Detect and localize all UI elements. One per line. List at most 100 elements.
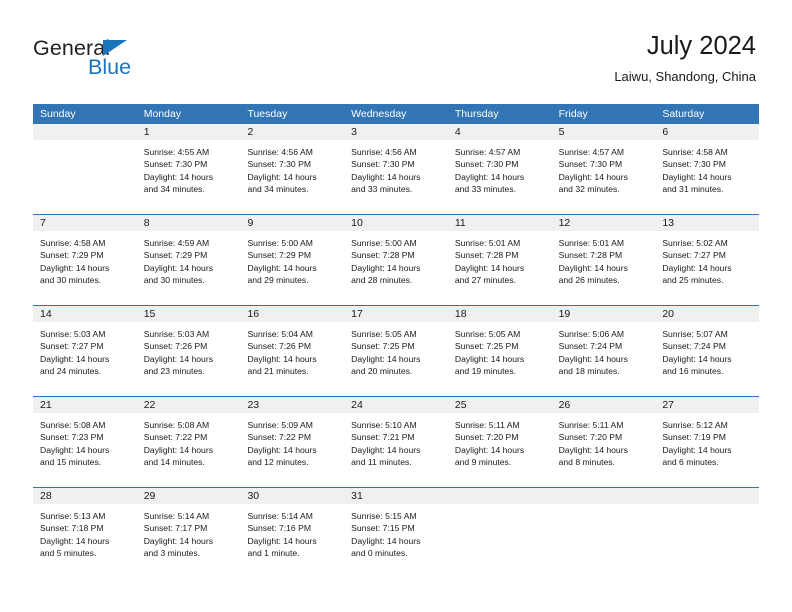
day-number-band: 19 [551,306,656,323]
day-number: 14 [40,308,52,320]
weekday-header-saturday: Saturday [662,108,705,120]
day-number: 22 [143,399,156,411]
daylight-text-line2: and 28 minutes. [351,274,413,285]
day-number: 31 [351,490,363,502]
daylight-text-line2: and 18 minutes. [558,365,620,376]
day-number-band: 3 [344,124,448,141]
daylight-text-line2: and 34 minutes. [247,183,309,194]
daylight-text-line1: Daylight: 14 hours [247,353,317,364]
sunrise-text: Sunrise: 5:02 AM [662,238,728,248]
calendar-day-cell[interactable]: 29 Sunrise: 5:14 AM Sunset: 7:17 PM Dayligh… [136,488,241,578]
calendar-day-cell[interactable]: 27 Sunrise: 5:12 AM Sunset: 7:19 PM Dayligh… [655,397,760,487]
day-number: 12 [558,217,571,229]
weekday-header-sunday: Sunday [40,108,76,120]
day-number-band: 25 [447,397,552,414]
calendar-day-cell[interactable]: 7 Sunrise: 4:58 AM Sunset: 7:29 PM Daylight… [33,215,137,305]
daylight-text-line1: Daylight: 14 hours [247,444,317,455]
day-info: Sunrise: 5:03 AM Sunset: 7:27 PM Daylight:… [33,323,137,377]
calendar-day-cell[interactable]: 30 Sunrise: 5:14 AM Sunset: 7:16 PM Dayligh… [240,488,345,578]
day-number: 4 [454,126,461,138]
day-info: Sunrise: 5:11 AM Sunset: 7:20 PM Daylight:… [448,414,552,468]
daylight-text-line2: and 8 minutes. [558,456,615,467]
day-info: Sunrise: 4:57 AM Sunset: 7:30 PM Daylight:… [552,141,656,195]
day-info: Sunrise: 5:09 AM Sunset: 7:22 PM Daylight:… [240,414,344,468]
calendar-day-cell[interactable]: 2 Sunrise: 4:56 AM Sunset: 7:30 PM Daylight… [240,124,345,214]
calendar-day-cell[interactable]: 16 Sunrise: 5:04 AM Sunset: 7:26 PM Dayligh… [240,306,345,396]
weekday-header-row: Sunday Monday Tuesday Wednesday Thursday… [33,104,759,124]
calendar-week-row: 14 Sunrise: 5:03 AM Sunset: 7:27 PM Dayligh… [33,305,760,396]
calendar-day-cell[interactable]: 26 Sunrise: 5:11 AM Sunset: 7:20 PM Dayligh… [551,397,656,487]
day-number-band: 22 [136,397,241,414]
calendar-day-cell[interactable]: 14 Sunrise: 5:03 AM Sunset: 7:27 PM Dayligh… [33,306,137,396]
calendar-day-cell[interactable]: 9 Sunrise: 5:00 AM Sunset: 7:29 PM Daylight… [240,215,345,305]
calendar-day-cell[interactable]: 20 Sunrise: 5:07 AM Sunset: 7:24 PM Dayligh… [655,306,760,396]
day-number: 18 [454,308,467,320]
daylight-text-line1: Daylight: 14 hours [143,535,213,546]
calendar-day-cell[interactable]: 28 Sunrise: 5:13 AM Sunset: 7:18 PM Dayligh… [33,488,137,578]
sunset-text: Sunset: 7:24 PM [558,341,623,352]
daylight-text-line1: Daylight: 14 hours [558,262,628,273]
sunset-text: Sunset: 7:22 PM [143,432,208,443]
day-number-band: 13 [655,215,760,232]
day-number: 28 [40,490,52,502]
sunrise-text: Sunrise: 5:13 AM [40,511,106,521]
calendar-day-cell[interactable]: 10 Sunrise: 5:00 AM Sunset: 7:28 PM Dayligh… [344,215,448,305]
sunset-text: Sunset: 7:28 PM [454,250,519,261]
sunrise-text: Sunrise: 4:59 AM [143,238,210,248]
calendar-day-cell[interactable]: 11 Sunrise: 5:01 AM Sunset: 7:28 PM Dayligh… [447,215,552,305]
calendar-day-cell[interactable]: 31 Sunrise: 5:15 AM Sunset: 7:15 PM Dayligh… [344,488,448,578]
daylight-text-line1: Daylight: 14 hours [351,262,421,273]
day-info: Sunrise: 5:06 AM Sunset: 7:24 PM Daylight:… [552,323,656,377]
day-number-band: 27 [655,397,760,414]
sunset-text: Sunset: 7:26 PM [143,341,208,352]
sunset-text: Sunset: 7:29 PM [247,250,311,261]
sunrise-text: Sunrise: 5:11 AM [558,420,624,430]
daylight-text-line1: Daylight: 14 hours [143,353,213,364]
sunrise-text: Sunrise: 5:11 AM [454,420,520,430]
daylight-text-line1: Daylight: 14 hours [143,262,213,273]
calendar-day-cell[interactable]: 4 Sunrise: 4:57 AM Sunset: 7:30 PM Daylight… [447,124,552,214]
day-info: Sunrise: 5:10 AM Sunset: 7:21 PM Daylight:… [344,414,448,468]
day-number-band: 15 [136,306,241,323]
day-info [552,505,656,510]
calendar-day-cell[interactable]: 13 Sunrise: 5:02 AM Sunset: 7:27 PM Dayligh… [655,215,760,305]
calendar-day-cell[interactable]: 5 Sunrise: 4:57 AM Sunset: 7:30 PM Daylight… [551,124,656,214]
calendar-day-cell[interactable]: 23 Sunrise: 5:09 AM Sunset: 7:22 PM Dayligh… [240,397,345,487]
day-number: 25 [454,399,467,411]
sunrise-text: Sunrise: 5:12 AM [662,420,728,430]
title-block: July 2024 Laiwu, Shandong, China [614,30,756,86]
daylight-text-line2: and 26 minutes. [558,274,620,285]
calendar-day-cell[interactable]: 1 Sunrise: 4:55 AM Sunset: 7:30 PM Daylight… [136,124,241,214]
calendar-day-cell[interactable]: 8 Sunrise: 4:59 AM Sunset: 7:29 PM Daylight… [136,215,241,305]
calendar-day-cell[interactable]: 21 Sunrise: 5:08 AM Sunset: 7:23 PM Dayligh… [33,397,137,487]
calendar-day-cell[interactable]: 6 Sunrise: 4:58 AM Sunset: 7:30 PM Daylight… [655,124,760,214]
day-number: 5 [558,126,565,138]
daylight-text-line2: and 11 minutes. [351,456,412,467]
calendar-day-cell[interactable]: 12 Sunrise: 5:01 AM Sunset: 7:28 PM Dayligh… [551,215,656,305]
calendar-day-cell[interactable]: 24 Sunrise: 5:10 AM Sunset: 7:21 PM Dayligh… [344,397,448,487]
daylight-text-line2: and 6 minutes. [662,456,719,467]
daylight-text-line2: and 19 minutes. [454,365,517,376]
sunrise-text: Sunrise: 5:06 AM [558,329,625,339]
sunrise-text: Sunrise: 5:03 AM [143,329,210,339]
calendar-day-cell[interactable]: 22 Sunrise: 5:08 AM Sunset: 7:22 PM Dayligh… [136,397,241,487]
calendar-day-cell[interactable]: 18 Sunrise: 5:05 AM Sunset: 7:25 PM Dayligh… [447,306,552,396]
day-number: 29 [143,490,156,502]
daylight-text-line2: and 25 minutes. [662,274,724,285]
day-number-band: 5 [551,124,656,141]
calendar-day-cell[interactable]: 3 Sunrise: 4:56 AM Sunset: 7:30 PM Daylight… [344,124,448,214]
day-number-band: 26 [551,397,656,414]
day-info: Sunrise: 5:12 AM Sunset: 7:19 PM Daylight:… [655,414,759,468]
daylight-text-line1: Daylight: 14 hours [662,353,732,364]
logo-text-blue: Blue [88,55,132,79]
calendar-week-row: 21 Sunrise: 5:08 AM Sunset: 7:23 PM Dayligh… [33,396,760,487]
calendar-day-cell[interactable]: 17 Sunrise: 5:05 AM Sunset: 7:25 PM Dayligh… [344,306,448,396]
generalblue-logo[interactable]: General Blue [33,37,193,84]
sunrise-text: Sunrise: 5:14 AM [143,511,210,521]
calendar-day-cell[interactable]: 15 Sunrise: 5:03 AM Sunset: 7:26 PM Dayligh… [136,306,241,396]
day-info: Sunrise: 5:05 AM Sunset: 7:25 PM Daylight:… [448,323,552,377]
calendar-day-cell[interactable]: 19 Sunrise: 5:06 AM Sunset: 7:24 PM Dayligh… [551,306,656,396]
day-number: 19 [558,308,571,320]
calendar-day-cell[interactable]: 25 Sunrise: 5:11 AM Sunset: 7:20 PM Dayligh… [447,397,552,487]
daylight-text-line2: and 29 minutes. [247,274,309,285]
